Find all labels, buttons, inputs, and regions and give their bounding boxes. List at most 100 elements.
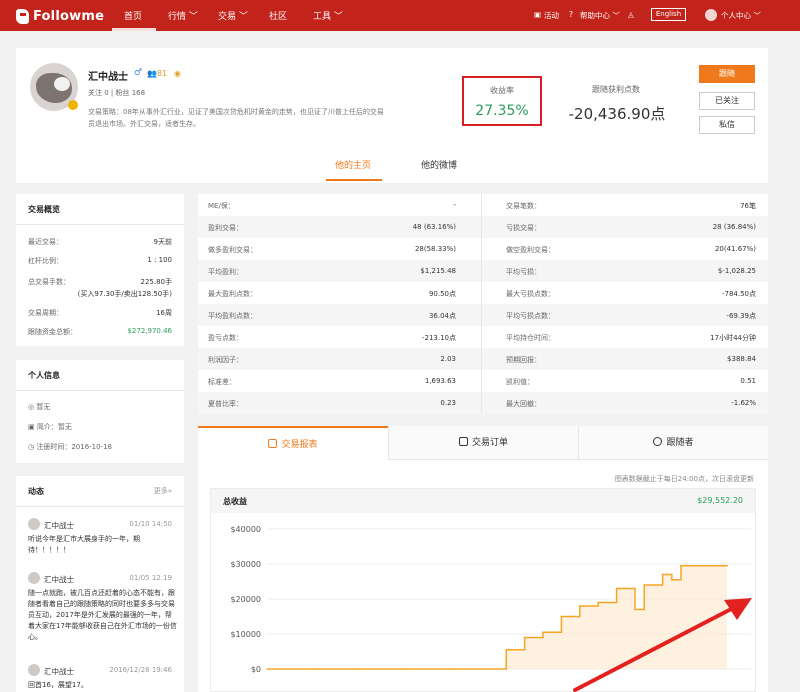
tab-home-indicator [326, 179, 382, 181]
followme-logo[interactable]: Followme [16, 7, 104, 25]
profit-point [689, 564, 691, 567]
stats-label-right: 交易笔数： [506, 202, 541, 210]
stats-label-left: ME/保： [208, 202, 235, 210]
profit-point [652, 584, 655, 586]
avatar[interactable] [28, 572, 40, 584]
tab-weibo[interactable]: 他的微博 [406, 158, 472, 171]
card-title: 交易概览 [28, 205, 60, 214]
stats-value-right: 20(41.67%) [714, 245, 756, 253]
nav-home[interactable]: 首页 [124, 9, 142, 22]
location-text: ◎ 暂无 [28, 403, 51, 411]
y-tick-label: $30000 [230, 560, 261, 569]
profit-point [496, 668, 498, 670]
tab-home[interactable]: 他的主页 [320, 158, 386, 171]
stats-label-right: 最大亏损点数： [506, 290, 555, 298]
avatar[interactable] [28, 664, 40, 676]
bell-icon[interactable]: ◬ [628, 10, 634, 19]
profit-rate-box: 收益率 27.35% [462, 76, 542, 126]
stats-value-left: 36.04点 [428, 312, 456, 320]
stats-value-left: 2.03 [440, 355, 456, 363]
trader-name: 汇中战士 [88, 72, 128, 83]
nav-help[interactable]: 帮助中心 ﹀ [580, 10, 620, 21]
trader-bio: 交易策略：08年从事外汇行业，见证了美国次贷危机时黄金的走势，也见证了川普上任后… [88, 108, 384, 128]
tab-trade-orders[interactable]: 交易订单 [388, 426, 578, 460]
stats-label-right: 亏损交易： [506, 224, 541, 232]
trading-stats-table: ME/保： - 交易笔数： 76笔 盈利交易： 48 (63.16%) 亏损交易： 28 (3… [198, 194, 768, 414]
stats-value-right: -69.39点 [726, 312, 756, 320]
stats-label-left: 利润因子： [208, 356, 243, 364]
nav-trade[interactable]: 交易 ﹀ [218, 9, 248, 22]
stats-value-left: - [453, 201, 456, 209]
report-panel: 交易报表 交易订单 跟随者 图表数据截止于每日24:00点，次日滚盘更新 总收益… [198, 426, 768, 692]
message-button[interactable]: 私信 [699, 116, 755, 134]
weibo-icon[interactable]: ◉ [174, 69, 181, 78]
feed-author[interactable]: 汇中战士 [44, 574, 74, 585]
overview-value: 1 : 100 [147, 256, 172, 264]
tab-label: 交易订单 [471, 438, 508, 448]
stats-value-right: -784.50点 [721, 290, 756, 298]
intro-text: ▣ 简介：暂无 [28, 423, 72, 431]
stats-divider [481, 194, 482, 414]
trading-overview-card: 交易概览 最近交易： 9天前 杠杆比例： 1 : 100 总交易手数： 225.… [16, 194, 184, 346]
stats-row: 夏普比率： 0.23 最大回撤： -1.62% [198, 392, 768, 414]
stats-value-right: 76笔 [740, 202, 756, 210]
stats-label-left: 做多盈利交易： [208, 246, 257, 254]
tab-followers[interactable]: 跟随者 [578, 426, 768, 460]
feed-text: 随一点就跑，被几百点还赶着的心态不能有，跟随者看着自己的跟随策略的同时也要多多与… [28, 589, 177, 641]
user-icon [653, 437, 663, 446]
feed-author[interactable]: 汇中战士 [44, 666, 74, 677]
overview-label: 交易周期： [28, 309, 63, 317]
follow-profit-value: -20,436.90点 [568, 105, 666, 123]
stats-label-left: 夏普比率： [208, 400, 243, 408]
stats-label-left: 平均盈利： [208, 268, 243, 276]
orders-icon [458, 437, 468, 446]
user-avatar-icon[interactable] [705, 9, 717, 21]
stats-value-left: 48 (63.16%) [412, 223, 456, 231]
profit-point [579, 605, 581, 607]
nav-tools[interactable]: 工具 ﹀ [313, 9, 343, 22]
stats-row: 盈利交易： 48 (63.16%) 亏损交易： 28 (36.84%) [198, 216, 768, 238]
nav-market[interactable]: 行情 ﹀ [168, 9, 198, 22]
activity-feed-card: 动态 更多» 汇中战士 01/10 14:50 听说今年是汇市大展身手的一年，期… [16, 476, 184, 692]
feed-time: 2016/12/28 19:46 [109, 666, 172, 674]
profit-point [726, 564, 728, 567]
more-link[interactable]: 更多» [154, 486, 172, 496]
stats-label-right: 平均亏损： [506, 268, 541, 276]
stats-value-left: 28(58.33%) [414, 245, 456, 253]
overview-value: 225.80手 [140, 278, 173, 286]
overview-value: (买入97.30手/卖出128.50手) [77, 290, 172, 298]
stats-label-left: 盈亏点数： [208, 334, 243, 342]
profit-point [312, 668, 314, 670]
nav-user-center[interactable]: 个人中心 ﹀ [721, 10, 761, 21]
english-toggle[interactable]: English [651, 8, 686, 21]
stats-value-right: $388.84 [727, 355, 756, 363]
chart-update-note: 图表数据截止于每日24:00点，次日滚盘更新 [614, 475, 754, 483]
profit-point [661, 573, 664, 576]
follow-trader-button[interactable]: 跟随 [699, 65, 755, 83]
avatar[interactable] [28, 518, 40, 530]
stats-value-left: -213.10点 [421, 334, 456, 342]
profit-point [707, 564, 710, 567]
stats-row: ME/保： - 交易笔数： 76笔 [198, 194, 768, 216]
profit-point [698, 564, 701, 567]
profit-point [680, 564, 682, 567]
followed-button[interactable]: 已关注 [699, 92, 755, 110]
stats-label-right: 凯利值： [506, 378, 534, 386]
nav-active-indicator [112, 28, 156, 31]
overview-label: 最近交易： [28, 238, 63, 246]
feed-text: 听说今年是汇市大展身手的一年，期待！！！！！ [28, 535, 140, 554]
y-tick-label: $40000 [230, 525, 261, 534]
overview-value: 9天前 [153, 238, 172, 246]
y-tick-label: $20000 [230, 595, 261, 604]
feed-author[interactable]: 汇中战士 [44, 520, 74, 531]
stats-label-right: 平均亏损点数： [506, 312, 555, 320]
card-title: 动态 [28, 487, 44, 496]
stats-value-right: 0.51 [740, 377, 756, 385]
tab-trade-report[interactable]: 交易报表 [198, 426, 388, 460]
nav-community[interactable]: 社区 [269, 9, 287, 22]
profit-point [671, 578, 673, 581]
nav-activity[interactable]: 活动 [544, 10, 559, 21]
stats-label-right: 平均持仓时间： [506, 334, 555, 342]
overview-label: 杠杆比例： [28, 257, 63, 265]
stats-value-left: 1,693.63 [424, 377, 456, 385]
